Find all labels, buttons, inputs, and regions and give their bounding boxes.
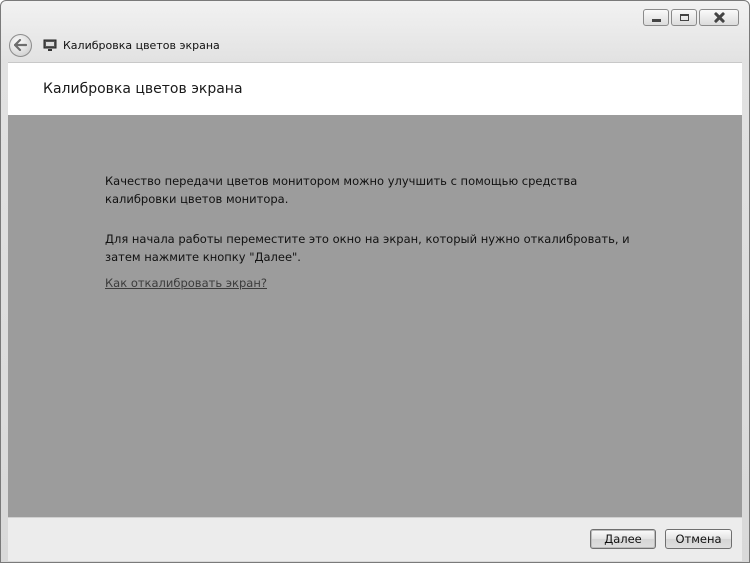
back-arrow-icon	[14, 39, 27, 51]
close-icon	[714, 12, 725, 23]
window-caption-buttons	[643, 9, 739, 26]
maximize-icon	[679, 14, 689, 21]
display-monitor-icon	[43, 39, 57, 52]
calibration-window: Калибровка цветов экрана Калибровка цвет…	[0, 0, 750, 563]
footer-bar: Далее Отмена	[8, 517, 742, 561]
minimize-button[interactable]	[643, 9, 669, 26]
window-title: Калибровка цветов экрана	[63, 38, 220, 52]
cancel-button[interactable]: Отмена	[665, 529, 732, 549]
content-panel: Качество передачи цветов монитором можно…	[8, 115, 742, 517]
close-button[interactable]	[699, 9, 739, 26]
maximize-button[interactable]	[671, 9, 697, 26]
minimize-icon	[651, 18, 661, 22]
navigation-bar: Калибровка цветов экрана	[9, 31, 220, 59]
next-button[interactable]: Далее	[590, 529, 656, 549]
back-button[interactable]	[9, 33, 32, 57]
how-to-calibrate-link[interactable]: Как откалибровать экран?	[105, 276, 267, 290]
page-title: Калибровка цветов экрана	[43, 81, 243, 97]
instruction-paragraph: Для начала работы переместите это окно н…	[105, 232, 630, 264]
header-panel: Калибровка цветов экрана	[8, 62, 742, 116]
intro-paragraph: Качество передачи цветов монитором можно…	[105, 174, 578, 206]
